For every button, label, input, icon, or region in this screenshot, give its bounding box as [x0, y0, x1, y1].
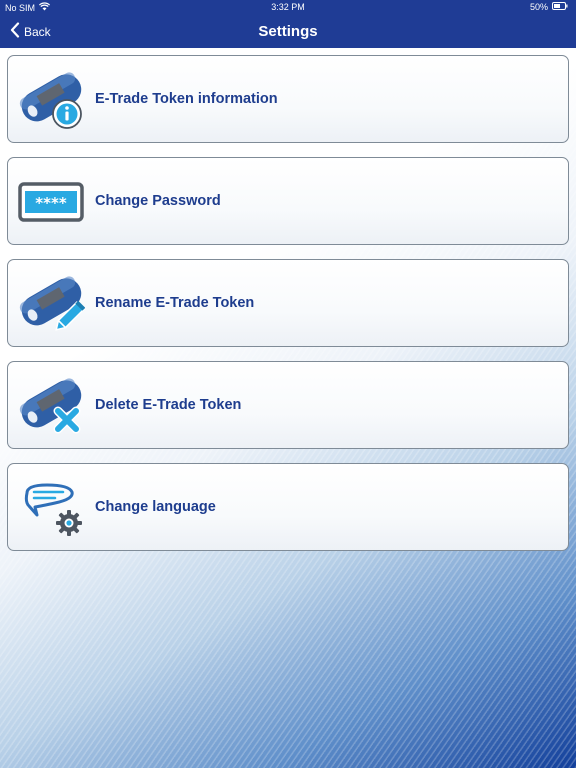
settings-item-rename-token[interactable]: Rename E-Trade Token: [7, 259, 569, 347]
battery-percentage: 50%: [529, 2, 548, 12]
settings-item-change-language[interactable]: Change language: [7, 463, 569, 551]
settings-item-change-password[interactable]: **** Change Password: [7, 157, 569, 245]
settings-item-label: Rename E-Trade Token: [95, 295, 255, 311]
language-settings-icon: [17, 475, 85, 541]
settings-item-label: E-Trade Token information: [95, 91, 278, 107]
token-rename-icon: [17, 271, 86, 337]
password-icon: ****: [17, 169, 85, 235]
gear-icon: [56, 510, 82, 536]
settings-item-label: Delete E-Trade Token: [95, 397, 242, 413]
settings-item-delete-token[interactable]: Delete E-Trade Token: [7, 361, 569, 449]
settings-item-token-information[interactable]: E-Trade Token information: [7, 55, 569, 143]
token-delete-icon: [17, 373, 85, 439]
navigation-bar: Back Settings: [0, 16, 576, 48]
svg-text:****: ****: [35, 194, 67, 212]
settings-item-label: Change Password: [95, 193, 221, 209]
token-info-icon: [17, 67, 85, 133]
settings-item-label: Change language: [95, 499, 216, 515]
settings-list: E-Trade Token information **** Change Pa…: [7, 55, 569, 565]
top-bar: No SIM 3:32 PM 50% Back Settings: [0, 0, 576, 48]
status-time: 3:32 PM: [271, 2, 305, 12]
page-title: Settings: [258, 23, 318, 40]
battery-icon: [552, 2, 568, 12]
status-bar: No SIM 3:32 PM 50%: [0, 0, 576, 16]
settings-screen: No SIM 3:32 PM 50% Back Settings E-Trade…: [0, 0, 576, 768]
status-right: 50%: [530, 2, 568, 12]
close-icon: [53, 406, 81, 434]
